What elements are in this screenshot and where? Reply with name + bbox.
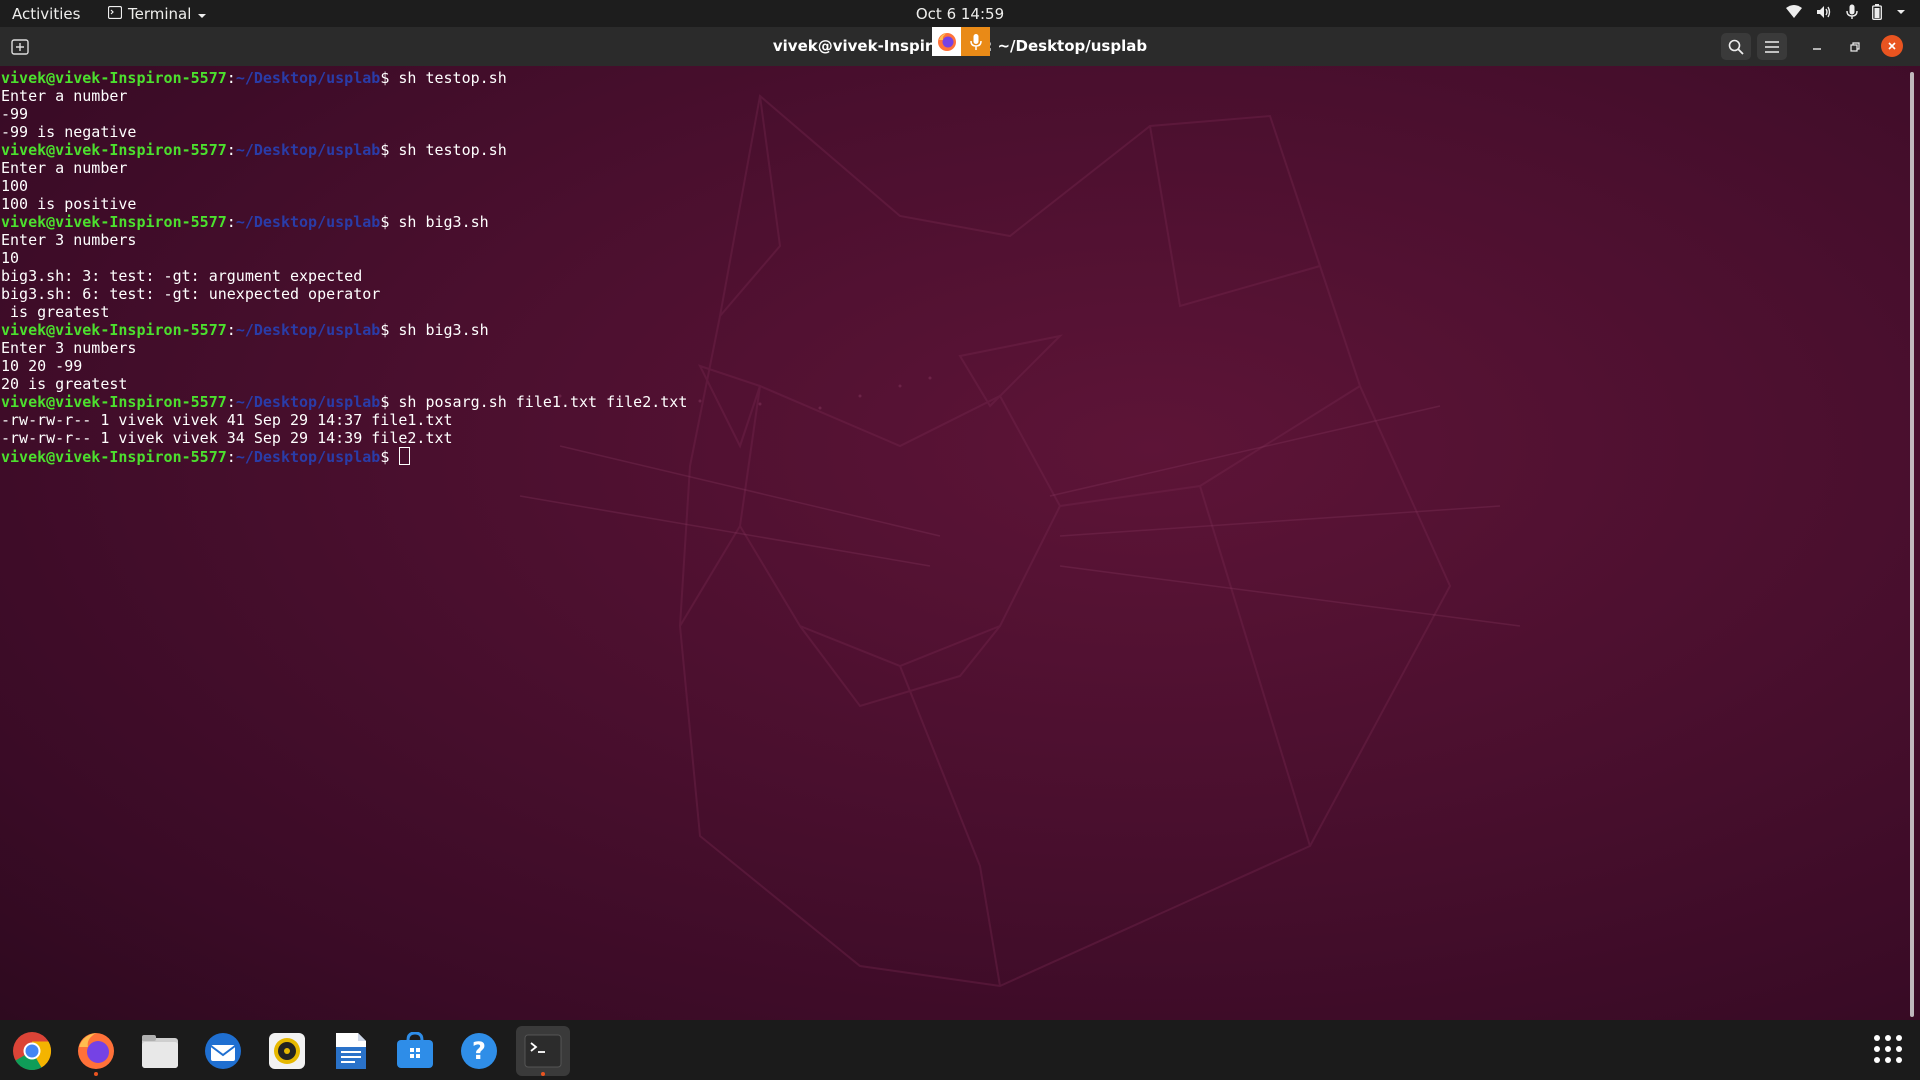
show-applications-icon[interactable] bbox=[1874, 1035, 1902, 1063]
dock-rhythmbox[interactable] bbox=[260, 1026, 314, 1076]
dock-help[interactable]: ? bbox=[452, 1026, 506, 1076]
dock-thunderbird[interactable] bbox=[196, 1026, 250, 1076]
microphone-icon bbox=[1846, 4, 1858, 20]
svg-text:?: ? bbox=[472, 1037, 486, 1065]
minimize-button[interactable] bbox=[1802, 33, 1832, 60]
prompt-line: vivek@vivek-Inspiron-5577:~/Desktop/uspl… bbox=[1, 447, 687, 466]
command-text: sh big3.sh bbox=[398, 321, 489, 339]
command-text: sh testop.sh bbox=[398, 69, 507, 87]
dock-files[interactable] bbox=[133, 1026, 187, 1076]
prompt-line: vivek@vivek-Inspiron-5577:~/Desktop/uspl… bbox=[1, 393, 688, 411]
output-line: -rw-rw-r-- 1 vivek vivek 41 Sep 29 14:37… bbox=[1, 411, 453, 429]
output-line: -rw-rw-r-- 1 vivek vivek 34 Sep 29 14:39… bbox=[1, 429, 453, 447]
dock-terminal[interactable] bbox=[516, 1026, 570, 1076]
prompt-line: vivek@vivek-Inspiron-5577:~/Desktop/uspl… bbox=[1, 69, 507, 87]
output-line: Enter 3 numbers bbox=[1, 231, 137, 249]
prompt-user: vivek@vivek-Inspiron-5577 bbox=[1, 321, 227, 339]
prompt-user: vivek@vivek-Inspiron-5577 bbox=[1, 393, 227, 411]
output-line: -99 bbox=[1, 105, 29, 123]
prompt-line: vivek@vivek-Inspiron-5577:~/Desktop/uspl… bbox=[1, 141, 507, 159]
command-text: sh testop.sh bbox=[398, 141, 507, 159]
thunderbird-icon bbox=[205, 1033, 241, 1069]
battery-icon bbox=[1872, 4, 1882, 20]
running-indicator bbox=[94, 1072, 98, 1076]
wifi-icon bbox=[1786, 5, 1802, 19]
clock[interactable]: Oct 6 14:59 bbox=[916, 5, 1004, 23]
output-line: 20 is greatest bbox=[1, 375, 128, 393]
output-line: big3.sh: 6: test: -gt: unexpected operat… bbox=[1, 285, 381, 303]
prompt-user: vivek@vivek-Inspiron-5577 bbox=[1, 213, 227, 231]
dock-firefox[interactable] bbox=[69, 1026, 123, 1076]
scrollbar[interactable] bbox=[1910, 72, 1914, 1017]
hamburger-menu-button[interactable] bbox=[1757, 33, 1787, 60]
microphone-indicator-icon[interactable] bbox=[961, 27, 990, 56]
restore-button[interactable] bbox=[1840, 33, 1870, 60]
dock-software-store[interactable] bbox=[388, 1026, 442, 1076]
dock: ? bbox=[0, 1020, 1920, 1080]
libreoffice-writer-icon bbox=[336, 1033, 366, 1069]
rhythmbox-icon bbox=[269, 1033, 305, 1069]
files-icon bbox=[142, 1035, 178, 1068]
prompt-user: vivek@vivek-Inspiron-5577 bbox=[1, 69, 227, 87]
output-line: 100 bbox=[1, 177, 29, 195]
prompt-path: ~/Desktop/usplab bbox=[235, 69, 381, 87]
prompt-path: ~/Desktop/usplab bbox=[235, 213, 381, 231]
software-store-icon bbox=[397, 1032, 433, 1068]
output-line: 100 is positive bbox=[1, 195, 137, 213]
output-line: is greatest bbox=[1, 303, 110, 321]
app-menu-label: Terminal bbox=[128, 5, 192, 23]
command-text: sh big3.sh bbox=[398, 213, 489, 231]
close-icon bbox=[1888, 42, 1896, 50]
search-icon bbox=[1728, 39, 1744, 55]
new-tab-button[interactable] bbox=[8, 35, 32, 58]
prompt-user: vivek@vivek-Inspiron-5577 bbox=[1, 141, 227, 159]
chevron-down-icon bbox=[1896, 9, 1906, 15]
dock-libreoffice-writer[interactable] bbox=[324, 1026, 378, 1076]
chevron-down-icon bbox=[197, 5, 207, 23]
prompt-path: ~/Desktop/usplab bbox=[235, 448, 381, 466]
top-bar: Activities Terminal Oct 6 14:59 bbox=[0, 0, 1920, 27]
terminal-icon bbox=[524, 1034, 562, 1068]
terminal-small-icon bbox=[107, 5, 123, 23]
screen-share-indicators bbox=[932, 27, 990, 56]
help-icon: ? bbox=[461, 1033, 497, 1069]
hamburger-icon bbox=[1765, 40, 1779, 53]
prompt-line: vivek@vivek-Inspiron-5577:~/Desktop/uspl… bbox=[1, 321, 489, 339]
output-line: 10 20 -99 bbox=[1, 357, 83, 375]
prompt-path: ~/Desktop/usplab bbox=[235, 141, 381, 159]
output-line: 10 bbox=[1, 249, 20, 267]
close-button[interactable] bbox=[1881, 35, 1903, 57]
output-line: Enter a number bbox=[1, 87, 128, 105]
app-menu[interactable]: Terminal bbox=[107, 5, 207, 23]
output-line: big3.sh: 3: test: -gt: argument expected bbox=[1, 267, 363, 285]
terminal-output: vivek@vivek-Inspiron-5577:~/Desktop/uspl… bbox=[1, 69, 688, 466]
text-cursor[interactable] bbox=[399, 447, 411, 465]
minimize-icon bbox=[1813, 47, 1821, 50]
prompt-line: vivek@vivek-Inspiron-5577:~/Desktop/uspl… bbox=[1, 213, 489, 231]
volume-icon bbox=[1816, 5, 1832, 19]
system-tray[interactable] bbox=[1786, 4, 1906, 20]
prompt-path: ~/Desktop/usplab bbox=[235, 321, 381, 339]
dock-chrome[interactable] bbox=[5, 1026, 59, 1076]
output-line: -99 is negative bbox=[1, 123, 137, 141]
restore-icon bbox=[1850, 41, 1860, 52]
chrome-icon bbox=[13, 1032, 52, 1071]
output-line: Enter 3 numbers bbox=[1, 339, 137, 357]
activities-button[interactable]: Activities bbox=[12, 5, 80, 23]
firefox-icon bbox=[78, 1033, 114, 1069]
terminal-body[interactable]: vivek@vivek-Inspiron-5577:~/Desktop/uspl… bbox=[0, 66, 1920, 1020]
prompt-user: vivek@vivek-Inspiron-5577 bbox=[1, 448, 227, 466]
prompt-path: ~/Desktop/usplab bbox=[235, 393, 381, 411]
firefox-indicator-icon[interactable] bbox=[932, 27, 961, 56]
output-line: Enter a number bbox=[1, 159, 128, 177]
running-indicator bbox=[541, 1072, 545, 1076]
search-button[interactable] bbox=[1721, 33, 1751, 60]
command-text: sh posarg.sh file1.txt file2.txt bbox=[398, 393, 688, 411]
